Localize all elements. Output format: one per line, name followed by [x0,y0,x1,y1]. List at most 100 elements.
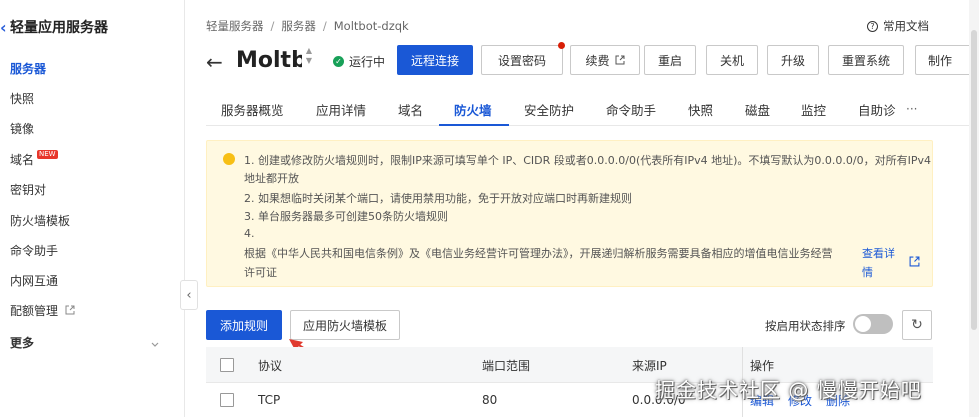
new-badge: NEW [37,149,58,159]
switch-server-icon[interactable]: ▲ ▼ [304,46,314,74]
more-tabs-icon[interactable]: ··· [906,92,917,126]
tab-domain[interactable]: 域名 [398,92,423,126]
back-arrow-icon[interactable]: ← [206,50,223,74]
tab-label: 监控 [801,102,827,118]
warning-dot-icon [223,153,235,165]
tab-label: 域名 [398,102,424,118]
button-label: 升级 [780,53,805,68]
notice-line: 许可证 [244,266,277,279]
scrollbar[interactable] [969,0,979,417]
add-rule-button[interactable]: 添加规则 [206,310,282,340]
button-label: 重置系统 [841,53,890,68]
button-label: 续费 [585,53,610,68]
set-password-button[interactable]: 设置密码 [481,42,565,75]
sidebar-item-command-assistant[interactable]: 命令助手 [10,240,58,260]
status-badge: ✓ 运行中 [333,53,385,70]
sidebar-item-servers[interactable]: 服务器 [10,58,46,78]
tab-label: 服务器概览 [221,102,284,118]
notice-line: 地址都开放 [244,172,299,185]
sidebar-item-domains[interactable]: 域名 NEW [10,149,58,169]
sidebar-item-label: 服务器 [10,61,47,76]
sort-by-status-toggle[interactable] [853,314,893,334]
view-details-link-cont[interactable]: 情 [862,264,873,280]
view-details-link[interactable]: 查看详 [862,245,895,261]
cell-port: 80 [482,393,498,407]
tab-label: 自助诊 [858,102,896,118]
sidebar-item-label: 内网互通 [10,273,59,288]
tab-security[interactable]: 安全防护 [524,92,574,126]
button-label: 应用防火墙模板 [302,318,387,333]
shutdown-button[interactable]: 关机 [706,45,758,75]
tab-label: 安全防护 [524,102,575,118]
toggle-knob [855,316,871,332]
reset-system-button[interactable]: 重置系统 [828,45,904,75]
server-name: Moltbot-dzqk [236,48,302,73]
sidebar-item-label: 配额管理 [10,303,59,318]
sidebar-item-intranet[interactable]: 内网互通 [10,270,58,290]
button-label: 设置密码 [497,53,546,68]
tab-command-assistant[interactable]: 命令助手 [606,92,656,126]
upgrade-button[interactable]: 升级 [767,45,819,75]
external-link-icon[interactable] [909,256,920,267]
tab-self-diagnosis[interactable]: 自助诊 [858,92,898,126]
tab-overview[interactable]: 服务器概览 [221,92,284,126]
sidebar-item-label: 防火墙模板 [10,213,71,228]
select-all-checkbox[interactable] [220,358,234,372]
breadcrumb-item[interactable]: 服务器 [281,18,316,34]
sidebar-item-label: 命令助手 [10,243,59,258]
breadcrumb-item: Moltbot-dzqk [333,19,409,33]
active-tab-indicator [439,124,509,126]
sidebar-item-label: 域名 [10,152,35,167]
button-label: 添加规则 [219,318,268,333]
tab-label: 快照 [688,102,714,118]
notice-line: 根据《中华人民共和国电信条例》及《电信业务经营许可管理办法》，开展递归解析服务需… [244,247,833,260]
renew-button[interactable]: 续费 [570,45,640,75]
sidebar-item-label: 密钥对 [10,182,47,197]
sidebar-item-quota[interactable]: 配额管理 [10,300,75,320]
external-link-icon [615,55,624,65]
help-doc-link[interactable]: ? 常用文档 [867,18,929,34]
tab-monitoring[interactable]: 监控 [801,92,826,126]
external-link-icon [65,305,75,315]
scrollbar-thumb[interactable] [971,30,977,330]
sidebar-item-firewall-templates[interactable]: 防火墙模板 [10,210,70,230]
sidebar-item-more[interactable]: 更多 [10,332,34,352]
help-doc-label: 常用文档 [883,19,929,33]
notice-line: 4. [244,227,255,240]
question-icon: ? [867,20,878,32]
breadcrumb-separator: / [270,19,275,33]
sidebar-item-label: 更多 [10,335,35,350]
column-header-protocol: 协议 [258,358,283,373]
apply-template-button[interactable]: 应用防火墙模板 [290,310,400,340]
tab-app-details[interactable]: 应用详情 [316,92,366,126]
tab-firewall[interactable]: 防火墙 [454,92,492,126]
refresh-icon: ↻ [911,317,923,333]
sidebar-item-images[interactable]: 镜像 [10,118,34,138]
refresh-button[interactable]: ↻ [902,310,932,340]
sidebar-title: 轻量应用服务器 [10,20,108,36]
notice-line: 1. 创建或修改防火墙规则时，限制IP来源可填写单个 IP、CIDR 段或者0.… [244,154,932,167]
check-circle-icon: ✓ [333,56,344,67]
tab-snapshots[interactable]: 快照 [688,92,713,126]
tab-label: 命令助手 [606,102,657,118]
button-label: 关机 [719,53,744,68]
sidebar-item-snapshots[interactable]: 快照 [10,88,34,108]
tab-label: 防火墙 [454,102,492,118]
back-chevron-icon[interactable]: ‹ [0,18,8,37]
breadcrumb-item[interactable]: 轻量服务器 [206,18,264,34]
sidebar-item-label: 镜像 [10,121,35,136]
breadcrumb-separator: / [322,19,327,33]
sidebar-item-keypairs[interactable]: 密钥对 [10,179,46,199]
main-content: 轻量服务器 / 服务器 / Moltbot-dzqk ? 常用文档 ← Moltbo… [186,0,979,417]
tab-disks[interactable]: 磁盘 [745,92,770,126]
breadcrumb: 轻量服务器 / 服务器 / Moltbot-dzqk [206,18,409,34]
button-label: 制作 [928,53,953,68]
row-checkbox[interactable] [220,393,234,407]
notice-line: 2. 如果想临时关闭某个端口，请使用禁用功能，免于开放对应端口时再新建规则 [244,192,632,205]
column-header-port: 端口范围 [482,358,531,373]
sidebar-header[interactable]: ‹ 轻量应用服务器 [0,16,108,38]
restart-button[interactable]: 重启 [644,45,696,75]
remote-connect-button[interactable]: 远程连接 [397,45,473,75]
sort-by-status-label: 按启用状态排序 [765,319,846,333]
chevron-down-icon[interactable] [150,339,160,349]
